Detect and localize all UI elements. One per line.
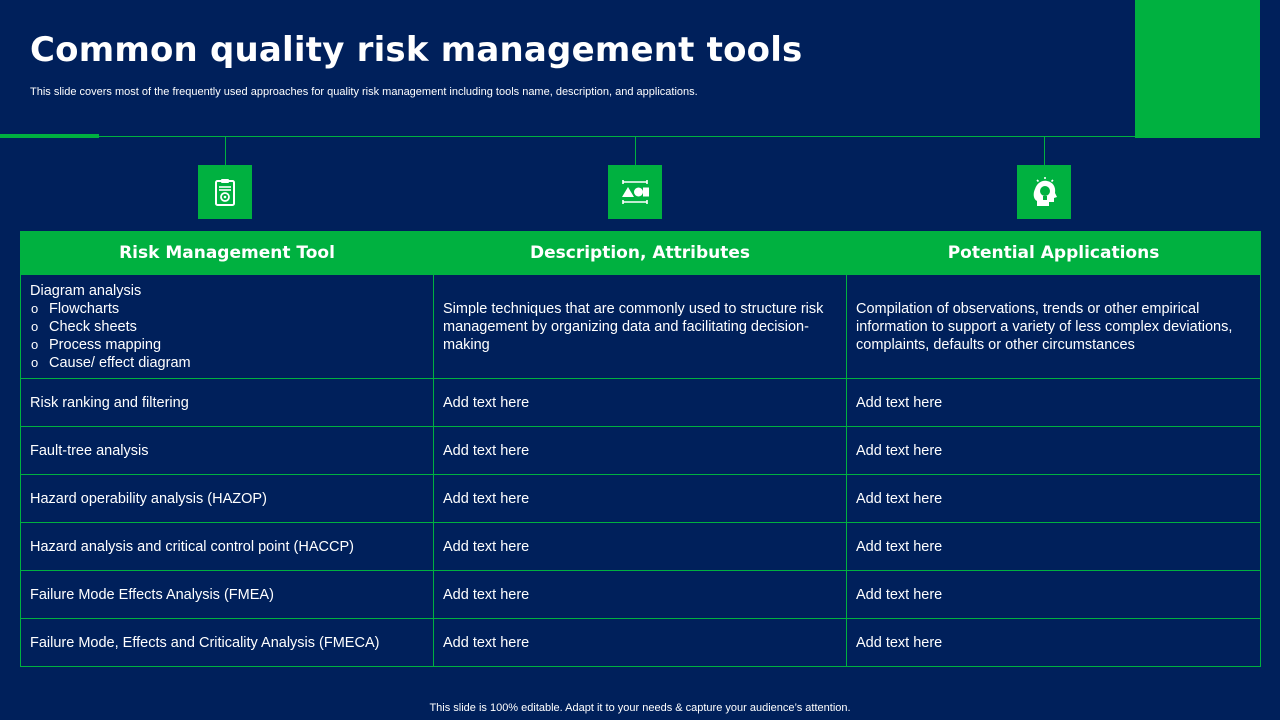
list-item: Cause/ effect diagram: [30, 354, 424, 372]
applications-cell: Add text here: [846, 618, 1261, 667]
table-row: Hazard operability analysis (HAZOP) Add …: [20, 474, 1261, 523]
tool-cell: Diagram analysis Flowcharts Check sheets…: [20, 274, 434, 379]
table-header-row: Risk Management Tool Description, Attrib…: [20, 231, 1261, 275]
table-row: Hazard analysis and critical control poi…: [20, 522, 1261, 571]
applications-cell: Add text here: [846, 570, 1261, 619]
corner-accent-block: [1135, 0, 1260, 138]
head-lightbulb-icon: [1017, 165, 1071, 219]
clipboard-gear-icon: [198, 165, 252, 219]
connector-line-2: [635, 137, 636, 165]
description-cell: Add text here: [433, 618, 847, 667]
applications-cell: Add text here: [846, 474, 1261, 523]
header-divider: [0, 136, 1260, 137]
tool-cell: Hazard analysis and critical control poi…: [20, 522, 434, 571]
tool-cell: Failure Mode Effects Analysis (FMEA): [20, 570, 434, 619]
table-row: Risk ranking and filtering Add text here…: [20, 378, 1261, 427]
shapes-icon: [608, 165, 662, 219]
list-item: Check sheets: [30, 318, 424, 336]
tool-sublist: Flowcharts Check sheets Process mapping …: [30, 300, 424, 372]
description-cell: Add text here: [433, 522, 847, 571]
risk-tools-table: Risk Management Tool Description, Attrib…: [20, 231, 1261, 667]
applications-cell: Add text here: [846, 426, 1261, 475]
applications-cell: Add text here: [846, 378, 1261, 427]
connector-line-3: [1044, 137, 1045, 165]
header-divider-accent: [0, 134, 99, 138]
footer-note: This slide is 100% editable. Adapt it to…: [429, 702, 851, 714]
header-risk-management-tool: Risk Management Tool: [20, 231, 434, 275]
tool-cell: Risk ranking and filtering: [20, 378, 434, 427]
table-row: Diagram analysis Flowcharts Check sheets…: [20, 274, 1261, 379]
tool-title: Diagram analysis: [30, 282, 142, 299]
description-cell: Simple techniques that are commonly used…: [433, 274, 847, 379]
applications-cell: Add text here: [846, 522, 1261, 571]
tool-cell: Fault-tree analysis: [20, 426, 434, 475]
header-description-attributes: Description, Attributes: [433, 231, 847, 275]
tool-cell: Failure Mode, Effects and Criticality An…: [20, 618, 434, 667]
table-row: Failure Mode Effects Analysis (FMEA) Add…: [20, 570, 1261, 619]
description-cell: Add text here: [433, 426, 847, 475]
description-cell: Add text here: [433, 378, 847, 427]
description-cell: Add text here: [433, 570, 847, 619]
page-title: Common quality risk management tools: [30, 30, 803, 70]
header-potential-applications: Potential Applications: [846, 231, 1261, 275]
page-subtitle: This slide covers most of the frequently…: [30, 86, 698, 98]
tool-cell: Hazard operability analysis (HAZOP): [20, 474, 434, 523]
list-item: Flowcharts: [30, 300, 424, 318]
applications-cell: Compilation of observations, trends or o…: [846, 274, 1261, 379]
description-cell: Add text here: [433, 474, 847, 523]
list-item: Process mapping: [30, 336, 424, 354]
table-row: Failure Mode, Effects and Criticality An…: [20, 618, 1261, 667]
table-row: Fault-tree analysis Add text here Add te…: [20, 426, 1261, 475]
connector-line-1: [225, 137, 226, 165]
